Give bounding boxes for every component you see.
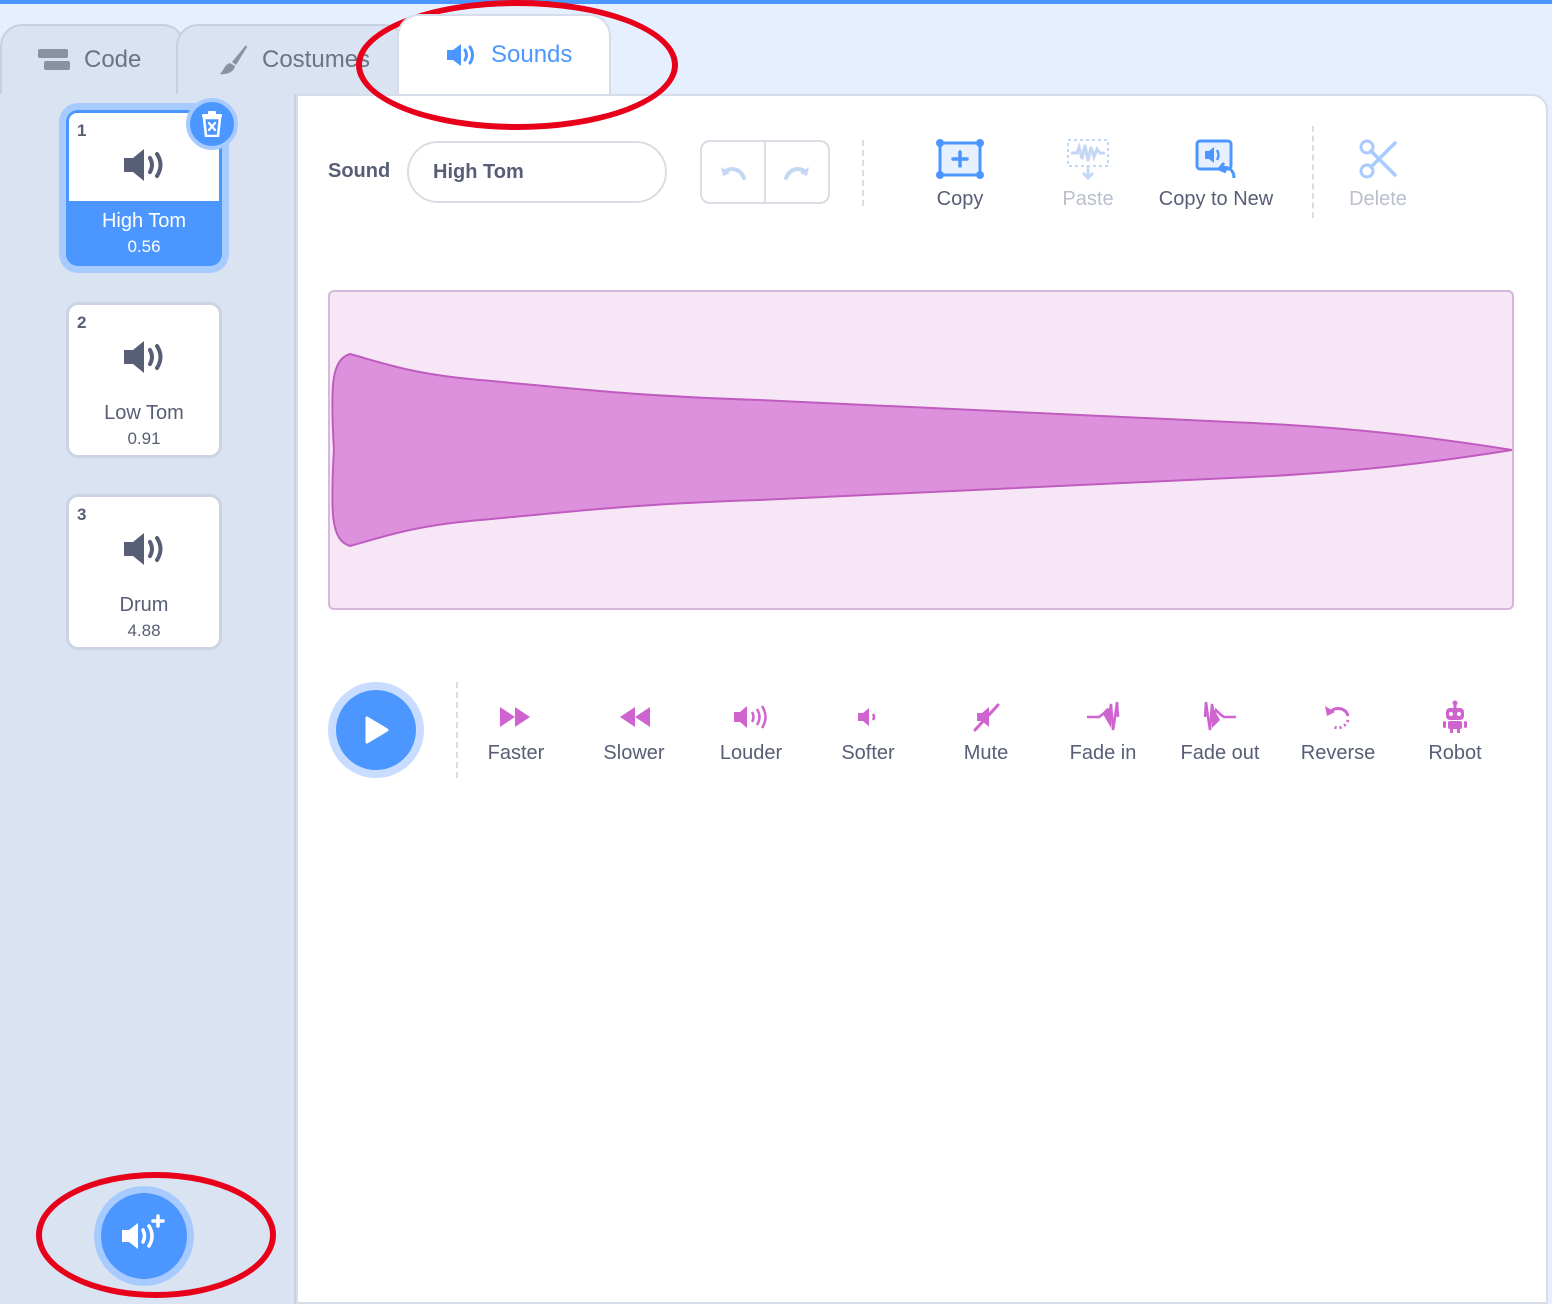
sound-name: High Tom [101,210,187,232]
effect-slower-button[interactable]: Slower [575,698,693,765]
fast-forward-icon [500,707,530,727]
volume-down-icon [858,708,876,726]
fade-out-icon [1203,701,1236,731]
add-sound-button-inner [101,1193,187,1279]
undo-icon [721,167,746,180]
tab-costumes[interactable]: Costumes [176,24,406,94]
redo-icon [784,167,809,180]
effect-softer-button[interactable]: Softer [809,698,927,765]
reverse-icon [1325,706,1350,730]
rewind-icon [620,707,650,727]
sound-name-input[interactable] [407,141,667,203]
sound-list-sidebar [0,94,296,1304]
speaker-icon [124,341,163,373]
toolbar-divider [862,140,864,206]
delete-label: Delete [1349,188,1407,210]
redo-button[interactable] [766,142,828,202]
copy-label: Copy [936,188,984,210]
paintbrush-icon [220,45,247,75]
sound-duration: 0.56 [127,237,161,256]
scissors-icon [1359,139,1397,179]
add-sound-icon [122,1214,165,1249]
tab-code[interactable]: Code [0,24,185,94]
undo-button[interactable] [702,142,766,202]
sound-duration: 4.88 [127,621,161,640]
top-accent-bar [0,0,1552,4]
sound-number: 1 [77,121,87,140]
effect-label: Faster [487,742,545,764]
waveform-display[interactable] [328,290,1514,610]
tab-sounds-label: Sounds [491,41,573,68]
effect-robot-button[interactable]: Robot [1396,698,1514,765]
tab-sounds[interactable]: Sounds [397,14,611,94]
play-button-inner [336,690,416,770]
effect-reverse-button[interactable]: Reverse [1279,698,1397,765]
add-sound-button[interactable] [94,1186,194,1286]
paste-button[interactable]: Paste [1018,136,1158,211]
effect-label: Robot [1428,742,1482,764]
waveform [331,352,1512,548]
sound-name-label: Sound [328,160,391,182]
effect-label: Reverse [1300,742,1376,764]
speaker-icon [447,44,474,66]
robot-icon [1443,700,1467,733]
undo-redo-group [700,140,830,204]
copy-button[interactable]: Copy [890,136,1030,211]
play-button[interactable] [328,682,424,778]
effect-mute-button[interactable]: Mute [927,698,1045,765]
sound-number: 2 [77,313,87,332]
effect-label: Softer [841,742,895,764]
effect-faster-button[interactable]: Faster [457,698,575,765]
copy-to-new-button[interactable]: Copy to New [1146,136,1286,211]
mute-icon [973,703,1000,732]
sound-name: Low Tom [104,402,184,424]
code-blocks-icon [38,49,70,70]
tab-costumes-label: Costumes [262,46,371,73]
fade-in-icon [1087,701,1120,731]
copy-icon [936,139,984,179]
copy-to-new-icon [1195,139,1236,179]
tab-code-label: Code [84,46,142,73]
delete-button[interactable]: Delete [1308,136,1448,211]
play-icon [365,716,389,744]
trash-icon [202,111,222,137]
effect-label: Slower [603,742,665,764]
sound-name: Drum [119,594,169,616]
volume-up-icon [734,705,767,729]
speaker-icon [124,149,163,181]
sound-number: 3 [77,505,87,524]
effect-label: Louder [719,742,783,764]
copy-to-new-label: Copy to New [1158,188,1274,210]
sound-item-low-tom[interactable]: 2 Low Tom 0.91 [66,302,222,458]
speaker-icon [124,533,163,565]
effect-label: Fade in [1069,742,1137,764]
paste-icon [1067,139,1109,181]
effect-fade-out-button[interactable]: Fade out [1161,698,1279,765]
paste-label: Paste [1062,188,1114,210]
delete-sound-button[interactable] [186,98,238,150]
sound-duration: 0.91 [127,429,161,448]
effect-label: Fade out [1180,742,1260,764]
sound-item-drum[interactable]: 3 Drum 4.88 [66,494,222,650]
effect-fade-in-button[interactable]: Fade in [1044,698,1162,765]
effect-label: Mute [963,742,1009,764]
effect-louder-button[interactable]: Louder [692,698,810,765]
